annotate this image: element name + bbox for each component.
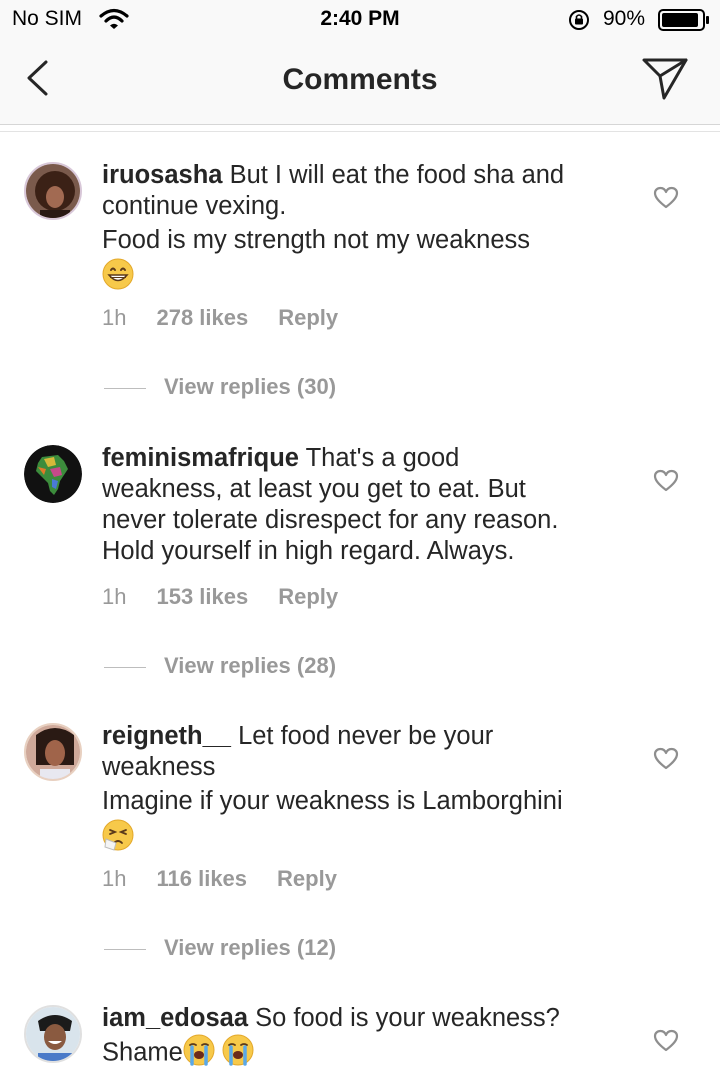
comment-username[interactable]: iam_edosaa [102,1004,248,1032]
like-heart-icon[interactable] [653,747,679,776]
view-replies-label: View replies (30) [164,374,337,399]
comment-likes[interactable]: 278 likes [156,305,248,331]
comment-text: iruosasha But I will eat the food sha an… [102,160,622,298]
comment-time: 1h [102,584,127,609]
view-replies-label: View replies (12) [164,935,337,960]
status-bar: No SIM 2:40 PM 90% [0,0,720,40]
comment-text-line: continue vexing. [102,192,287,220]
rotation-lock-icon [568,9,590,36]
comment-text: reigneth__ Let food never be your weakne… [102,721,622,859]
divider [104,666,146,668]
view-replies-button[interactable]: View replies (28) [104,653,336,679]
send-icon[interactable] [640,56,690,107]
battery-icon [658,9,710,36]
comment-text-line: weakness [102,753,216,781]
page-title: Comments [282,63,438,96]
comment-text-line: Imagine if your weakness is Lamborghini [102,787,563,815]
avatar[interactable] [24,1005,82,1063]
grinning-face-icon [102,258,134,298]
divider [104,948,146,950]
comment-text-line: So food is your weakness? [255,1004,560,1032]
view-replies-button[interactable]: View replies (30) [104,374,336,400]
avatar[interactable] [24,445,82,503]
comment-text-line: Food is my strength not my weakness [102,226,531,254]
view-replies-label: View replies (28) [164,653,337,678]
comment-text: iam_edosaa So food is your weakness? Sha… [102,1003,622,1074]
comment-meta: 1h 278 likes Reply [102,305,368,331]
reply-button[interactable]: Reply [278,584,338,610]
like-heart-icon[interactable] [653,469,679,498]
comment-text-line: That's a good [305,444,460,472]
reply-button[interactable]: Reply [277,866,337,892]
crying-face-icon [183,1034,215,1074]
comment-username[interactable]: feminismafrique [102,444,299,472]
sneezing-face-icon [102,819,134,859]
comment-meta: 1h 116 likes Reply [102,866,367,892]
comment-text-line: But I will eat the food sha and [229,161,565,189]
reply-button[interactable]: Reply [278,305,338,331]
comment-text-line: never tolerate disrespect for any reason… [102,506,559,534]
comment-username[interactable]: iruosasha [102,161,222,189]
like-heart-icon[interactable] [653,1029,679,1058]
comment-text-line: Hold yourself in high regard. Always. [102,537,515,565]
view-replies-button[interactable]: View replies (12) [104,935,336,961]
avatar[interactable] [24,162,82,220]
nav-bar: Comments [0,40,720,125]
comment-time: 1h [102,305,127,330]
divider [0,131,720,132]
comment-username[interactable]: reigneth__ [102,722,231,750]
crying-face-icon [222,1034,254,1074]
like-heart-icon[interactable] [653,186,679,215]
comment-likes[interactable]: 116 likes [156,866,247,892]
avatar[interactable] [24,723,82,781]
comment-text-line: Shame [102,1038,183,1067]
comment-time: 1h [102,866,127,891]
divider [104,387,146,389]
comment-likes[interactable]: 153 likes [156,584,248,610]
comment-text: feminismafrique That's a good weakness, … [102,443,622,567]
comment-text-line: Let food never be your [238,722,494,750]
comment-text-line: weakness, at least you get to eat. But [102,475,526,503]
comment-meta: 1h 153 likes Reply [102,584,368,610]
battery-percent: 90% [603,7,646,30]
